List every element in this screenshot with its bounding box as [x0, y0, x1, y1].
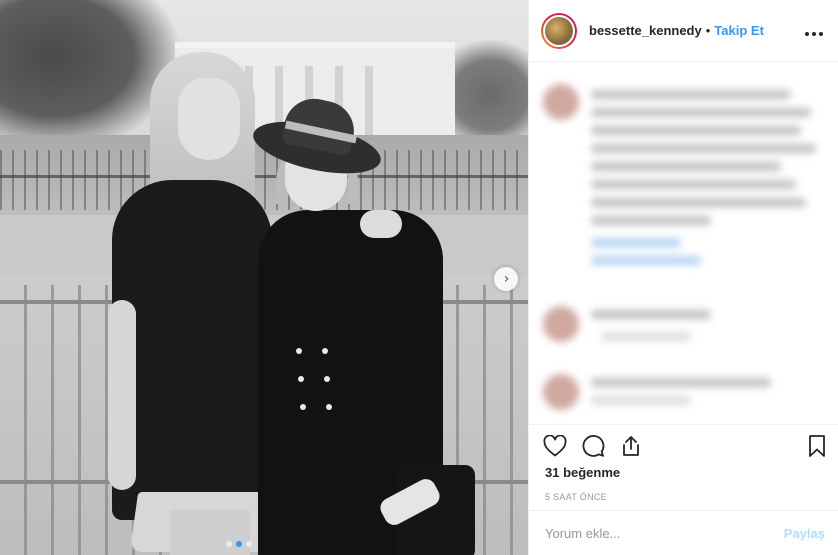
carousel-next-button[interactable]: › [494, 267, 518, 291]
blurred-text [591, 216, 711, 225]
likes-count[interactable]: 31 beğenme [529, 463, 838, 480]
blurred-text [591, 108, 811, 117]
carousel-dot [246, 541, 252, 547]
comment-bubble-icon[interactable] [579, 432, 607, 460]
photo-coat-button [322, 348, 328, 354]
blurred-link [591, 238, 681, 247]
photo-coat-button [326, 404, 332, 410]
blurred-text [591, 198, 806, 207]
photo-person-left [112, 180, 279, 552]
blurred-text [591, 162, 781, 171]
share-upload-icon[interactable] [617, 432, 645, 460]
photo-column [365, 66, 373, 138]
photo-face [178, 78, 240, 160]
chevron-right-icon: › [503, 271, 510, 287]
photo-arm [108, 300, 136, 490]
post-comment-button[interactable]: Paylaş [784, 526, 825, 541]
photo-legs [170, 510, 250, 555]
comment-blurred [529, 294, 838, 354]
photo-coat-button [300, 404, 306, 410]
blurred-text [591, 310, 711, 319]
photo-coat-button [296, 348, 302, 354]
ellipsis-icon[interactable] [804, 22, 824, 40]
carousel-dot [226, 541, 232, 547]
blurred-text [591, 180, 796, 189]
commenter-avatar [543, 84, 579, 120]
follow-button[interactable]: Takip Et [714, 23, 764, 38]
comment-blurred [529, 362, 838, 422]
blurred-text [591, 144, 816, 153]
photo-coat-button [298, 376, 304, 382]
avatar[interactable] [541, 12, 577, 49]
heart-icon[interactable] [541, 432, 569, 460]
carousel-indicator [226, 541, 252, 547]
blurred-link [591, 256, 701, 265]
bookmark-icon[interactable] [803, 432, 831, 460]
post-photo[interactable]: › [0, 0, 528, 555]
post-timestamp[interactable]: 5 SAAT ÖNCE [529, 480, 838, 502]
commenter-avatar [543, 374, 579, 410]
blurred-text [591, 396, 691, 405]
post-actions: 31 beğenme 5 SAAT ÖNCE [529, 424, 838, 502]
avatar-image [543, 14, 575, 47]
post-header: bessette_kennedy • Takip Et [529, 0, 838, 62]
post-side-panel: bessette_kennedy • Takip Et 31 beğenme 5… [528, 0, 838, 555]
blurred-text [601, 332, 691, 341]
blurred-text [591, 126, 801, 135]
commenter-avatar [543, 306, 579, 342]
blurred-text [591, 378, 771, 387]
caption-blurred [529, 62, 838, 272]
photo-fence [0, 150, 528, 210]
carousel-dot-active [236, 541, 242, 547]
header-separator: • [705, 23, 711, 38]
blurred-text [591, 90, 791, 99]
username-link[interactable]: bessette_kennedy [589, 23, 702, 38]
photo-hand [360, 210, 402, 238]
comment-form: Paylaş [529, 510, 838, 555]
comments-area-blurred [529, 62, 838, 424]
photo-fence-rail [0, 175, 528, 178]
comment-input[interactable] [545, 525, 784, 541]
photo-coat-button [324, 376, 330, 382]
action-icons [529, 425, 838, 463]
